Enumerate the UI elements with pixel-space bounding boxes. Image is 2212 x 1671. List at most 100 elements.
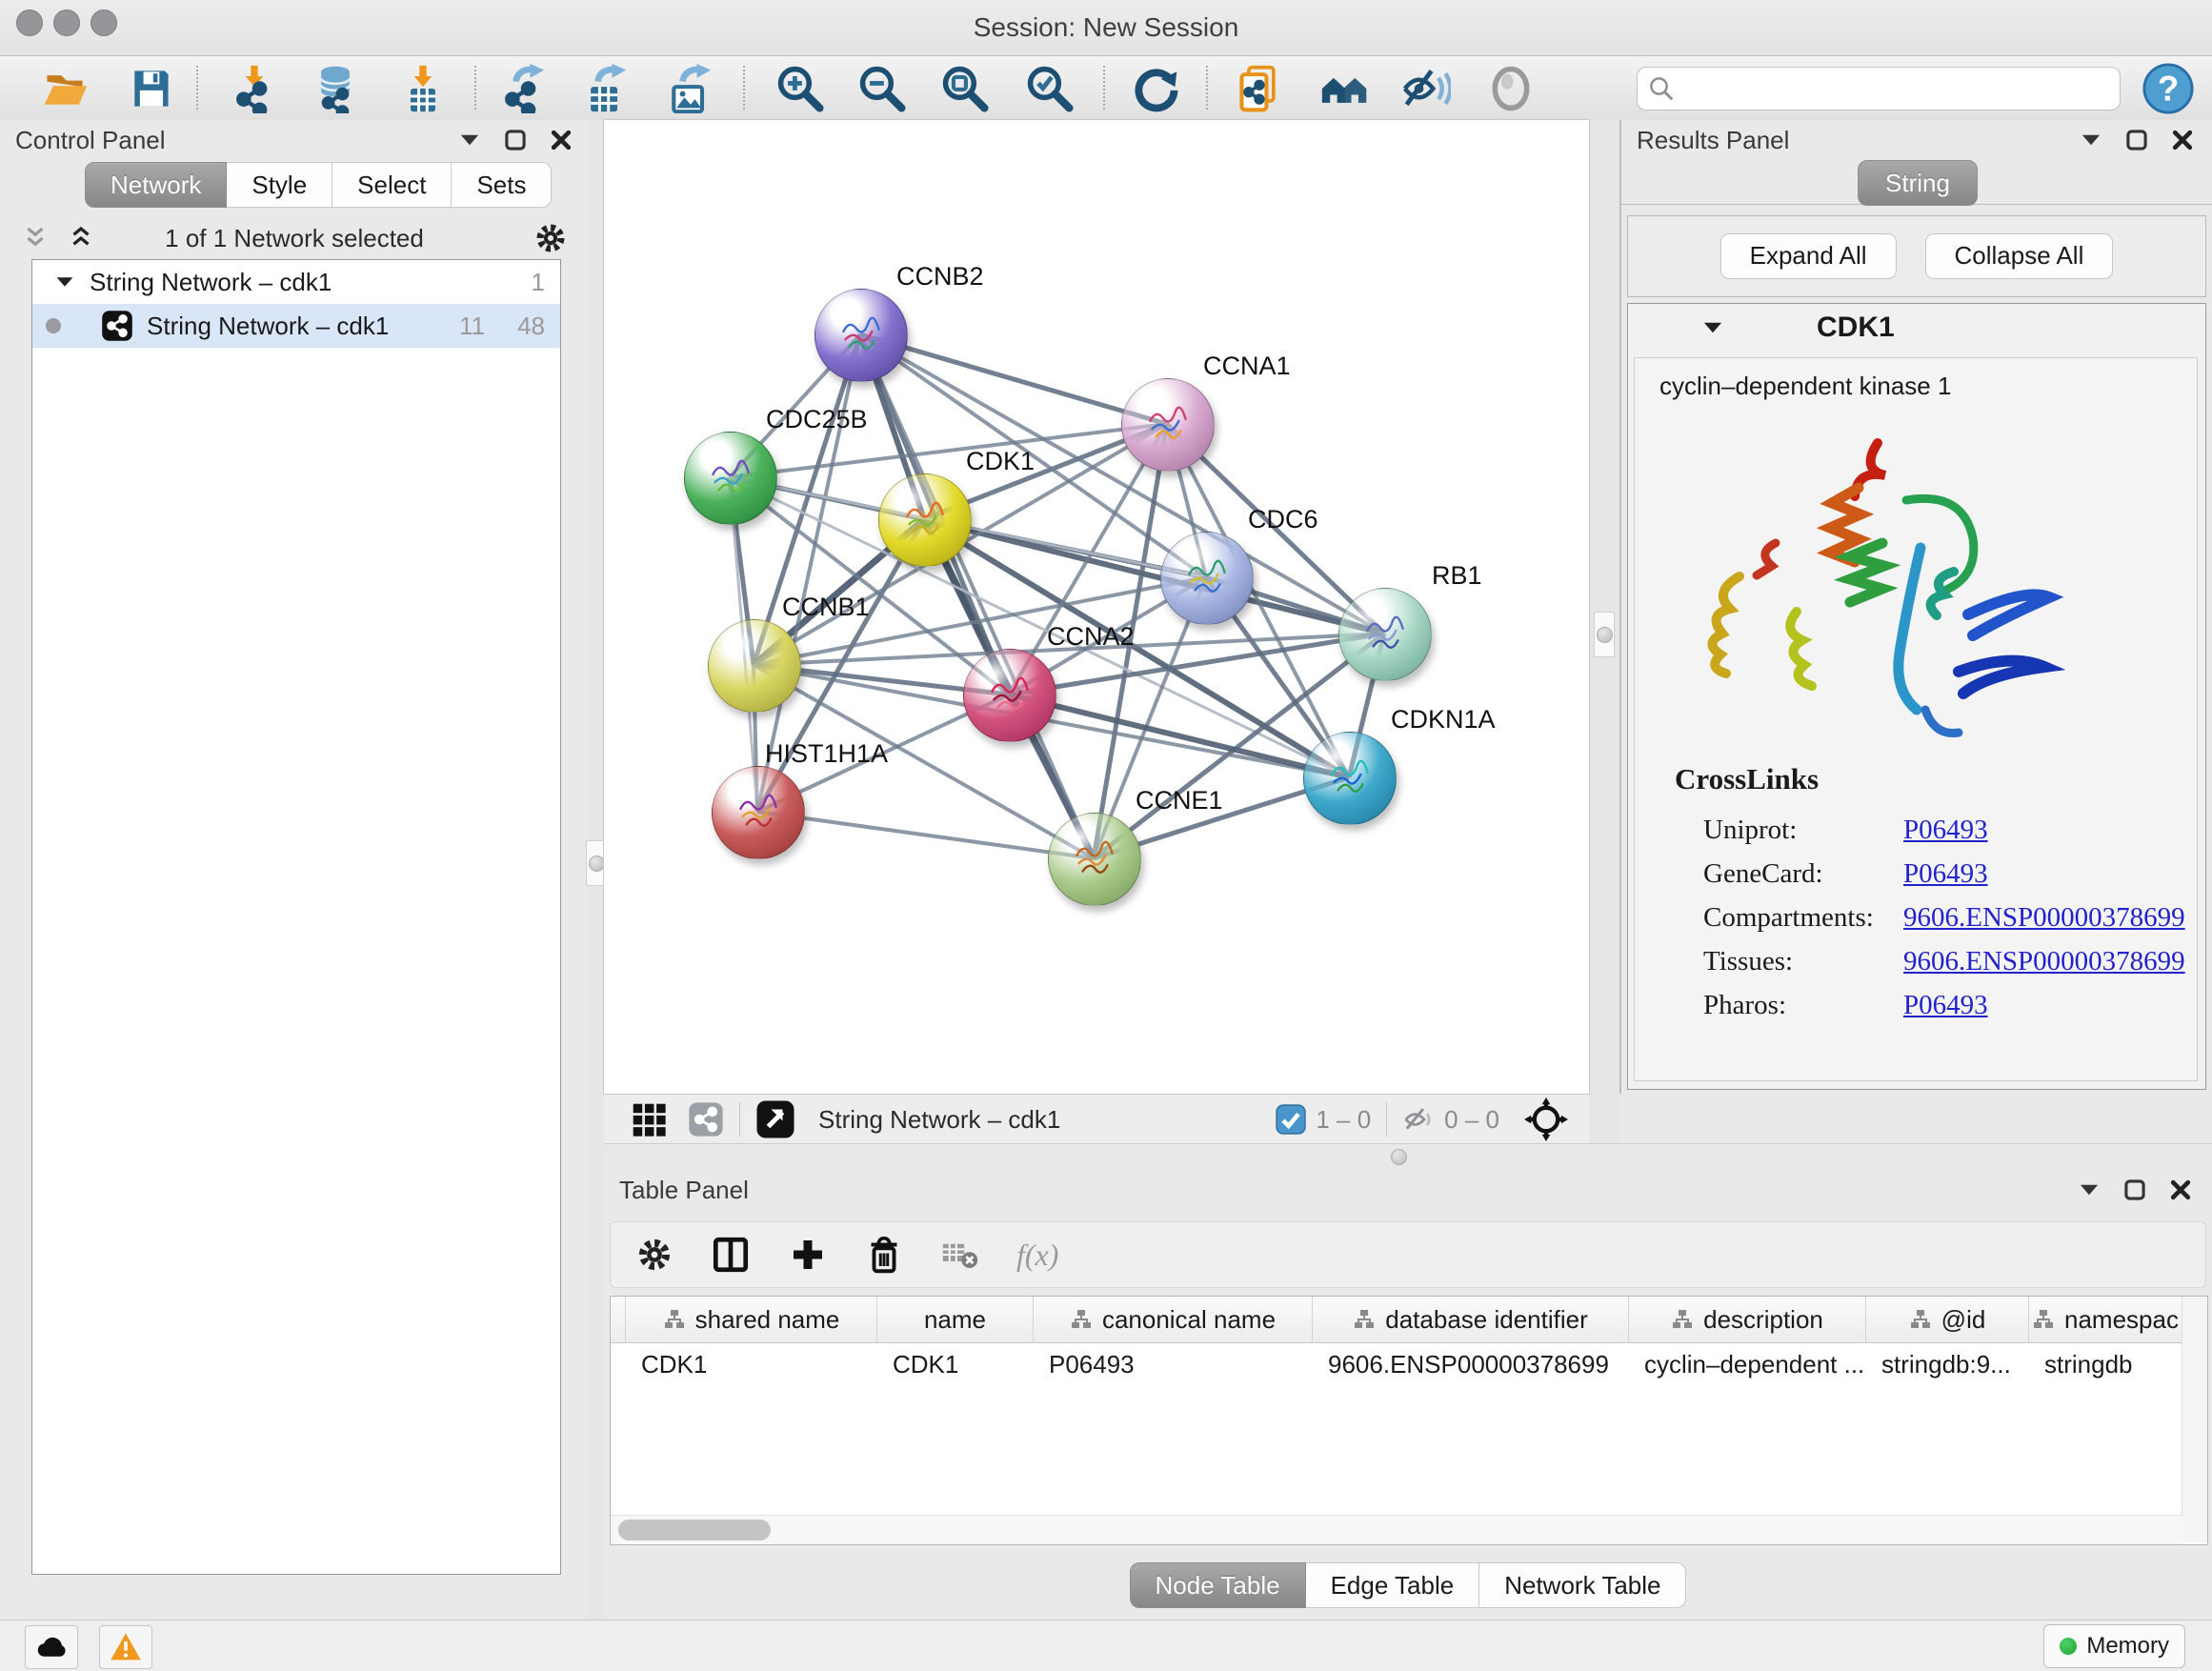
tab-string[interactable]: String [1858,160,1978,206]
open-in-browser-button[interactable] [1233,62,1286,115]
network-canvas[interactable]: CCNB2CCNA1CDC25BCDK1CDC6RB1CCNB1CCNA2CDK… [604,120,1589,1094]
open-file-button[interactable] [38,62,91,115]
import-network-from-database-button[interactable] [309,62,362,115]
table-panel-splitter[interactable] [604,1143,2212,1172]
glass-effect-button[interactable] [1399,62,1453,115]
crosslink-link[interactable]: 9606.ENSP00000378699 [1903,946,2185,977]
panel-menu-icon[interactable] [2079,128,2103,152]
right-divider-handle[interactable] [1594,612,1615,657]
export-image-button[interactable] [663,62,716,115]
export-network-button[interactable] [496,62,550,115]
cell[interactable]: CDK1 [626,1350,877,1379]
zoom-in-button[interactable] [774,62,827,115]
node-CCNE1[interactable] [1048,813,1141,906]
close-panel-icon[interactable] [2170,128,2195,152]
crosslink-link[interactable]: 9606.ENSP00000378699 [1903,902,2185,934]
tab-sets[interactable]: Sets [452,162,552,208]
search-field[interactable] [1637,67,2121,111]
cell[interactable]: cyclin–dependent ... [1629,1350,1866,1379]
entry-expander-icon[interactable] [1700,315,1725,340]
string-home-button[interactable] [1318,62,1372,115]
edge-CDK1-RB1[interactable] [924,519,1384,634]
delete-table-icon[interactable] [940,1235,980,1275]
network-collection-row[interactable]: String Network – cdk1 1 [32,260,560,304]
node-CCNB2[interactable] [814,289,908,382]
tree-expander-icon[interactable] [53,271,76,293]
help-button[interactable]: ? [2142,62,2195,115]
collapse-all-button[interactable]: Collapse All [1925,233,2114,279]
zoom-out-button[interactable] [855,62,909,115]
add-column-icon[interactable] [788,1235,828,1275]
column-header-description[interactable]: description [1629,1297,1866,1342]
node-CDKN1A[interactable] [1303,732,1397,825]
tab-edge-table[interactable]: Edge Table [1306,1562,1480,1608]
column-header-@id[interactable]: @id [1866,1297,2029,1342]
panel-menu-icon[interactable] [2077,1178,2101,1202]
tab-network-table[interactable]: Network Table [1479,1562,1686,1608]
column-header-name[interactable]: name [877,1297,1034,1342]
fit-selected-crosshair-icon[interactable] [1524,1097,1568,1141]
import-network-button[interactable] [228,62,281,115]
left-panel-divider[interactable] [589,120,604,1620]
save-session-button[interactable] [124,62,177,115]
tab-style[interactable]: Style [227,162,332,208]
edge-CCNB2-CCNA1[interactable] [860,334,1167,424]
cell[interactable]: CDK1 [877,1350,1034,1379]
delete-column-icon[interactable] [864,1235,904,1275]
node-CDK1[interactable] [878,473,972,567]
network-share-icon[interactable] [688,1101,724,1137]
node-RB1[interactable] [1338,588,1432,681]
panel-menu-icon[interactable] [457,128,482,152]
tab-network[interactable]: Network [85,162,227,208]
table-horizontal-scrollbar[interactable] [611,1515,2182,1544]
crosslink-link[interactable]: P06493 [1903,858,1988,890]
scrollbar-thumb[interactable] [618,1520,771,1540]
refresh-button[interactable] [1129,62,1182,115]
show-columns-icon[interactable] [710,1234,752,1276]
warnings-button[interactable] [99,1625,152,1669]
float-panel-icon[interactable] [503,128,528,152]
splitter-handle[interactable] [1391,1149,1407,1165]
table-options-gear-icon[interactable] [635,1236,674,1274]
node-CDC6[interactable] [1160,532,1254,625]
zoom-fit-button[interactable] [938,62,992,115]
hidden-eye-slash-icon[interactable] [1402,1103,1435,1136]
column-header-canonical-name[interactable]: canonical name [1034,1297,1313,1342]
table-vertical-scrollbar[interactable] [2182,1297,2207,1542]
node-CCNA2[interactable] [963,649,1056,742]
network-row-selected[interactable]: String Network – cdk1 11 48 [32,304,560,348]
column-header-namespac[interactable]: namespac [2029,1297,2182,1342]
node-CCNB1[interactable] [708,619,801,713]
export-table-button[interactable] [578,62,632,115]
close-panel-icon[interactable] [2168,1178,2193,1202]
float-panel-icon[interactable] [2124,128,2149,152]
right-panel-divider[interactable] [1589,120,1619,1145]
cell[interactable]: stringdb:9... [1866,1350,2029,1379]
function-builder-icon[interactable]: f(x) [1016,1238,1058,1273]
cell[interactable]: stringdb [2029,1350,2182,1379]
memory-button[interactable]: Memory [2043,1624,2185,1668]
edge-HIST1H1A-CCNE1[interactable] [757,812,1094,858]
column-header-shared-name[interactable]: shared name [626,1297,877,1342]
float-panel-icon[interactable] [2122,1178,2147,1202]
cell[interactable]: P06493 [1034,1350,1313,1379]
close-panel-icon[interactable] [549,128,573,152]
node-entry-header[interactable]: CDK1 [1628,304,2205,352]
search-input[interactable] [1676,73,2089,105]
column-header-database-identifier[interactable]: database identifier [1313,1297,1629,1342]
selected-checkbox-icon[interactable] [1276,1104,1306,1135]
import-table-button[interactable] [396,62,450,115]
crosslink-link[interactable]: P06493 [1903,990,1988,1021]
node-HIST1H1A[interactable] [712,766,805,859]
zoom-selected-button[interactable] [1023,62,1076,115]
cell[interactable]: 9606.ENSP00000378699 [1313,1350,1629,1379]
birdseye-grid-icon[interactable] [631,1101,667,1137]
node-CCNA1[interactable] [1121,378,1215,472]
table-row[interactable]: CDK1CDK1P064939606.ENSP00000378699cyclin… [611,1342,2182,1386]
expand-all-button[interactable]: Expand All [1720,233,1897,279]
tab-select[interactable]: Select [332,162,452,208]
show-labels-button[interactable] [1484,62,1538,115]
cloud-status-button[interactable] [25,1625,78,1669]
open-external-icon[interactable] [755,1099,795,1139]
node-CDC25B[interactable] [684,432,777,525]
